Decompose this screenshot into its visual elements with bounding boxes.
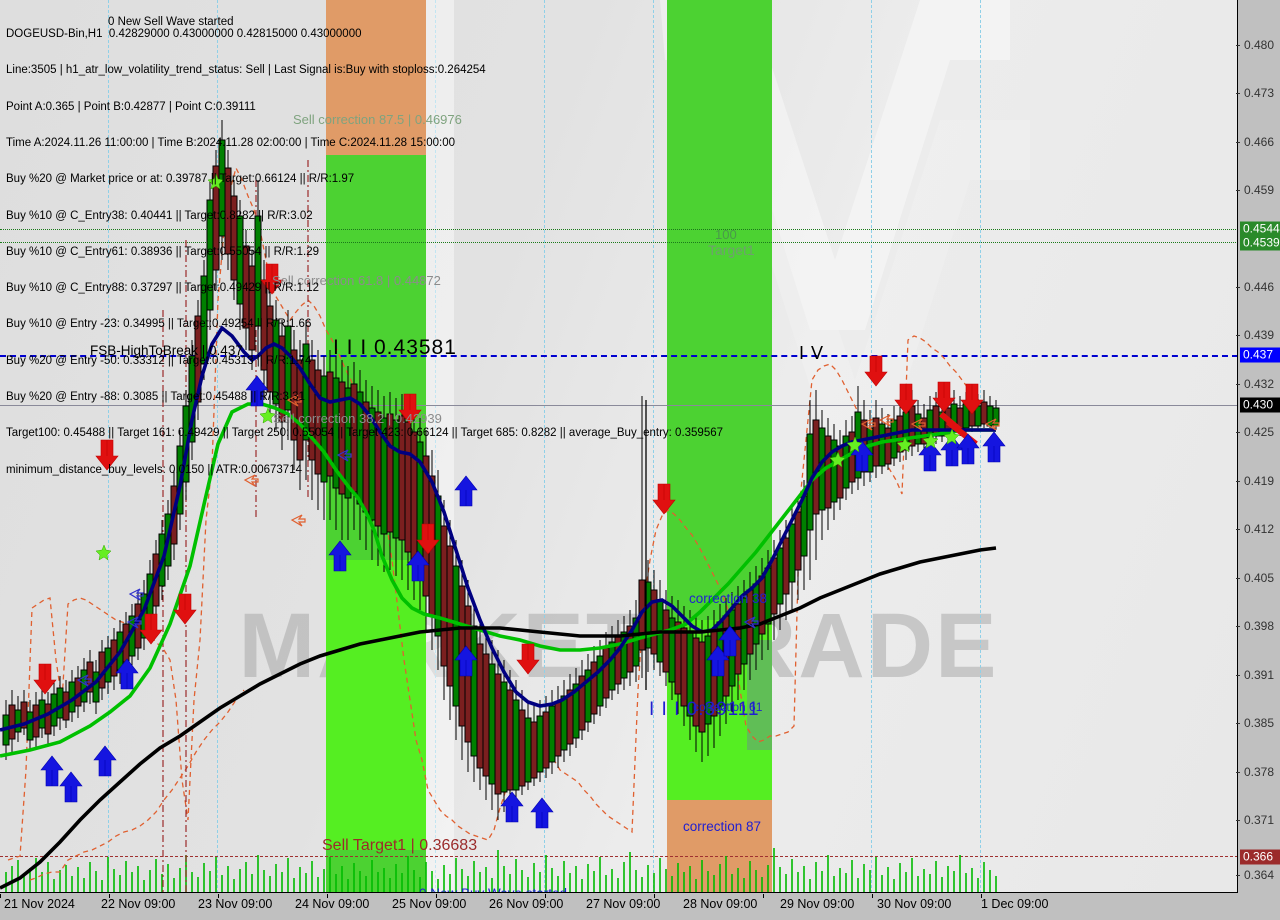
- price-label-fsb-level: 0.437: [1240, 347, 1280, 363]
- price-tick: 0.446: [1236, 280, 1274, 294]
- time-tick: 27 Nov 09:00: [586, 897, 661, 911]
- price-label-last: 0.430: [1240, 397, 1280, 413]
- price-tick: 0.391: [1236, 668, 1274, 682]
- time-tick: 30 Nov 09:00: [877, 897, 952, 911]
- time-tick: 1 Dec 09:00: [981, 897, 1049, 911]
- price-tick: 0.466: [1236, 135, 1274, 149]
- price-tick: 0.459: [1236, 183, 1274, 197]
- price-tick: 0.419: [1236, 474, 1274, 488]
- price-tick: 0.480: [1236, 38, 1274, 52]
- annotation-new-buy-wave: 0 New Buy Wave started: [419, 886, 567, 892]
- annotation-correction-38: correction 38: [689, 591, 768, 606]
- info-line: Buy %20 @ Market price or at: 0.39787 ||…: [6, 173, 355, 186]
- chart-plot-area[interactable]: MARKET TRADE: [0, 0, 1238, 893]
- price-tick: 0.371: [1236, 813, 1274, 827]
- time-tick: 25 Nov 09:00: [392, 897, 467, 911]
- price-tick: 0.378: [1236, 765, 1274, 779]
- info-line: Buy %10 @ C_Entry38: 0.40441 || Target:0…: [6, 209, 313, 222]
- info-line: Point A:0.365 | Point B:0.42877 | Point …: [6, 100, 256, 113]
- price-scale[interactable]: 0.480 0.473 0.466 0.459 0.446 0.439 0.43…: [1236, 0, 1280, 893]
- info-line: Target100: 0.45488 || Target 161: 0.4942…: [6, 427, 724, 440]
- annotation-sell-target1: Sell Target1 | 0.36683: [322, 837, 478, 854]
- info-line: Line:3505 | h1_atr_low_volatility_trend_…: [6, 64, 486, 77]
- time-tick: 24 Nov 09:00: [295, 897, 370, 911]
- price-label-target-upper: 0.4544: [1240, 221, 1280, 237]
- price-label-sell-target: 0.366: [1240, 849, 1280, 865]
- info-line: DOGEUSD-Bin,H1 0.42829000 0.43000000 0.4…: [6, 28, 362, 41]
- new-sell-wave-label: 0 New Sell Wave started: [108, 16, 234, 29]
- info-line: minimum_distance_buy_levels: 0.0150 || A…: [6, 463, 302, 476]
- time-tick: 23 Nov 09:00: [198, 897, 273, 911]
- price-tick: 0.439: [1236, 328, 1274, 342]
- price-tick: 0.364: [1236, 868, 1274, 882]
- price-tick: 0.398: [1236, 619, 1274, 633]
- annotation-correction-87: correction 87: [683, 819, 762, 834]
- info-line: Buy %20 @ Entry -50: 0.33312 || Target:0…: [6, 354, 312, 367]
- price-tick: 0.473: [1236, 86, 1274, 100]
- price-tick: 0.385: [1236, 716, 1274, 730]
- info-line: Buy %10 @ C_Entry61: 0.38936 || Target:0…: [6, 245, 320, 258]
- time-tick: 26 Nov 09:00: [489, 897, 564, 911]
- trading-chart-window: MARKET TRADE: [0, 0, 1280, 920]
- price-tick: 0.405: [1236, 571, 1274, 585]
- time-scale[interactable]: 21 Nov 2024 22 Nov 09:00 23 Nov 09:00 24…: [0, 894, 1280, 920]
- info-line: Buy %10 @ C_Entry88: 0.37297 || Target:0…: [6, 282, 320, 295]
- price-tick: 0.412: [1236, 522, 1274, 536]
- chart-info-panel: DOGEUSD-Bin,H1 0.42829000 0.43000000 0.4…: [6, 4, 723, 500]
- price-tick: 0.425: [1236, 425, 1274, 439]
- time-tick: 29 Nov 09:00: [780, 897, 855, 911]
- annotation-wave-iv: I V: [799, 343, 825, 363]
- time-tick: 22 Nov 09:00: [101, 897, 176, 911]
- time-tick: 21 Nov 2024: [4, 897, 75, 911]
- info-line: Time A:2024.11.26 11:00:00 | Time B:2024…: [6, 137, 456, 150]
- info-line: Buy %10 @ Entry -23: 0.34995 || Target:0…: [6, 318, 312, 331]
- time-tick: 28 Nov 09:00: [683, 897, 758, 911]
- info-line: Buy %20 @ Entry -88: 0.3085 || Target:0.…: [6, 391, 305, 403]
- price-label-target-lower: 0.4539: [1240, 235, 1280, 251]
- price-tick: 0.432: [1236, 377, 1274, 391]
- annotation-correction-61: correction 61: [693, 700, 763, 714]
